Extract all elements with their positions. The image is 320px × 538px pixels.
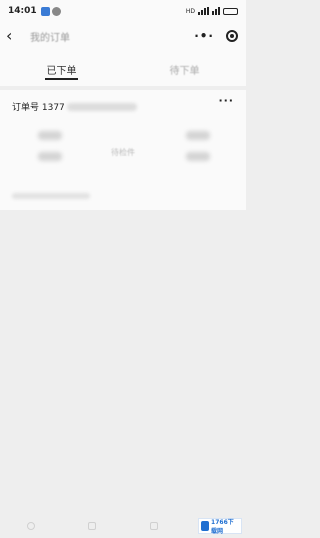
tab-pending[interactable]: 待下单: [123, 50, 246, 86]
watermark-text: 1766下载网: [211, 519, 234, 535]
status-bar: 14:01 HD: [0, 0, 246, 22]
chat-tab-icon[interactable]: [149, 522, 158, 530]
network-type-label: HD: [185, 7, 195, 15]
redacted-field: [186, 131, 210, 140]
page-title: 我的订单: [30, 32, 70, 44]
redacted-field: [38, 131, 62, 140]
back-arrow-icon[interactable]: ‹: [6, 28, 22, 44]
order-number-label: 订单号 1377: [12, 103, 65, 113]
status-time: 14:01: [8, 6, 37, 16]
app-notification-icon: [40, 6, 50, 16]
order-number-redacted: [66, 102, 137, 111]
more-options-icon[interactable]: ·•·: [194, 29, 214, 43]
order-number: 订单号 1377: [12, 100, 137, 113]
notification-icon: [51, 6, 61, 16]
close-target-icon[interactable]: [226, 30, 238, 42]
mini-program-capsule: ·•·: [194, 29, 240, 43]
order-status-text: 待检件: [111, 148, 135, 157]
status-indicators: HD: [186, 7, 238, 15]
order-more-icon[interactable]: ···: [218, 94, 234, 107]
order-time-redacted: [12, 193, 90, 199]
tab-ordered[interactable]: 已下单: [0, 50, 123, 86]
battery-icon: [223, 7, 238, 15]
signal-icon: [198, 7, 209, 15]
order-tabs: 已下单 待下单: [0, 50, 246, 86]
watermark-logo-icon: [201, 521, 210, 531]
wifi-icon: [212, 7, 220, 15]
navigation-bar: ‹ 我的订单 ·•·: [0, 22, 246, 50]
watermark: 1766下载网: [198, 518, 242, 535]
list-tab-icon[interactable]: [88, 522, 97, 530]
home-tab-icon[interactable]: [26, 522, 35, 530]
order-card[interactable]: 订单号 1377 ··· 待检件: [0, 90, 246, 210]
